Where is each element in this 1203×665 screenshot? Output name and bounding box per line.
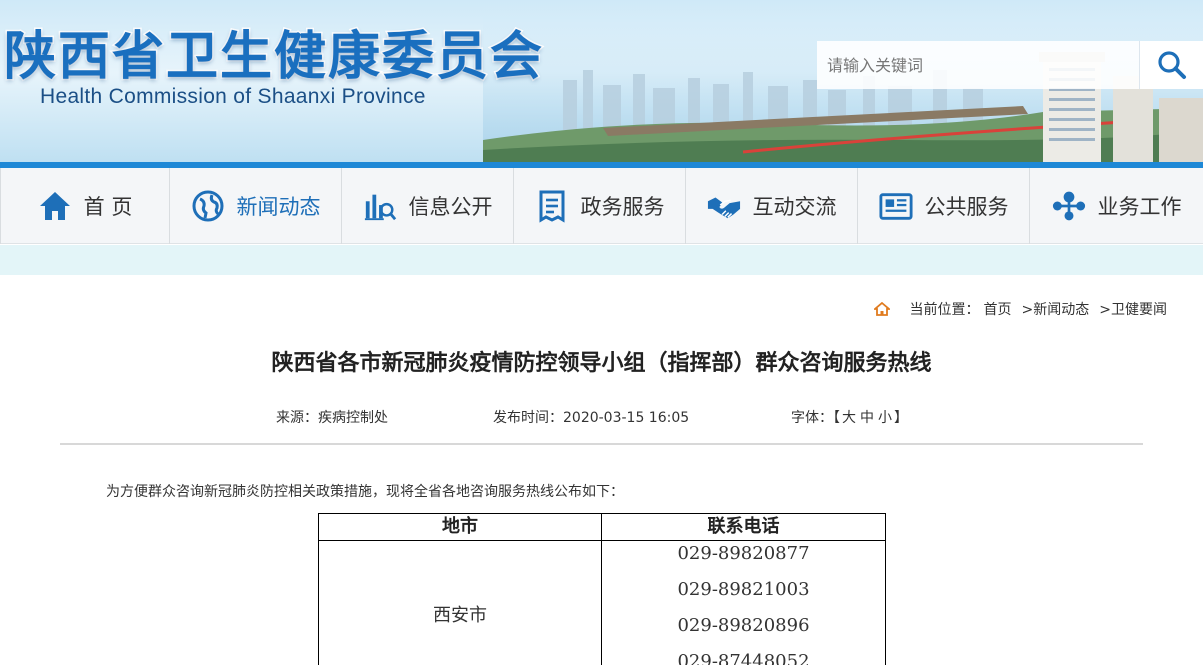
column-header-phone: 联系电话 — [601, 513, 886, 541]
article-container: 当前位置： 首页 >新闻动态 >卫健要闻 陕西省各市新冠肺炎疫情防控领导小组（指… — [0, 275, 1203, 665]
publish-value: 2020-03-15 16:05 — [563, 410, 690, 426]
nav-item-label: 首 页 — [83, 195, 133, 219]
font-size-large-link[interactable]: 大 — [842, 410, 856, 426]
source-value: 疾病控制处 — [318, 410, 388, 426]
article-publish-time: 发布时间：2020-03-15 16:05 — [493, 407, 689, 427]
nav-item-label: 互动交流 — [752, 195, 837, 219]
phone-number: 029-89820896 — [677, 615, 810, 636]
handshake-icon — [707, 189, 741, 223]
nav-item-label: 信息公开 — [408, 195, 493, 219]
home-icon — [873, 302, 890, 316]
search-input[interactable] — [817, 41, 1139, 89]
nav-item-news[interactable]: 新闻动态 — [170, 168, 342, 244]
phone-number: 029-89820877 — [677, 543, 810, 564]
hotline-table: 地市 联系电话 西安市 029-89820877 029-89821003 02… — [318, 513, 886, 665]
globe-icon — [191, 189, 225, 223]
breadcrumb-prefix: 当前位置： — [909, 302, 980, 318]
site-title: 陕西省卫生健康委员会 — [2, 25, 545, 89]
publish-label: 发布时间： — [493, 410, 563, 426]
nav-item-label: 政务服务 — [580, 195, 665, 219]
phone-cell: 029-89820877 029-89821003 029-89820896 0… — [601, 540, 886, 665]
bracket-open: 【 — [833, 410, 840, 426]
nav-item-label: 公共服务 — [924, 195, 1009, 219]
table-header-row: 地市 联系电话 — [318, 513, 886, 541]
breadcrumb-link-home[interactable]: 首页 — [984, 299, 1012, 319]
font-size-small-link[interactable]: 小 — [878, 410, 892, 426]
search-icon — [1157, 51, 1186, 79]
article-title: 陕西省各市新冠肺炎疫情防控领导小组（指挥部）群众咨询服务热线 — [271, 351, 932, 376]
nav-item-label: 业务工作 — [1097, 195, 1182, 219]
article-source: 来源：疾病控制处 — [276, 407, 388, 427]
network-icon — [1052, 189, 1086, 223]
city-cell: 西安市 — [318, 540, 602, 665]
nav-item-info-disclosure[interactable]: 信息公开 — [342, 168, 514, 244]
bracket-close: 】 — [894, 410, 908, 426]
source-label: 来源： — [276, 410, 318, 426]
article-intro: 为方便群众咨询新冠肺炎防控相关政策措施，现将全省各地咨询服务热线公布如下： — [106, 484, 624, 500]
home-icon — [38, 189, 72, 223]
search-box — [817, 41, 1203, 89]
main-nav: 首 页 新闻动态 信息公开 政务服务 互动交流 公共服务 业务工作 — [0, 168, 1203, 244]
search-button[interactable] — [1139, 41, 1203, 89]
phone-number: 029-89821003 — [677, 579, 810, 600]
nav-item-home[interactable]: 首 页 — [0, 168, 170, 244]
column-header-city: 地市 — [318, 513, 602, 541]
header-banner: 陕西省卫生健康委员会 Health Commission of Shaanxi … — [0, 0, 1203, 162]
newspaper-icon — [878, 189, 913, 223]
font-size-selector: 字体：【大中小】 — [791, 407, 908, 427]
nav-item-public-services[interactable]: 公共服务 — [858, 168, 1030, 244]
nav-item-interaction[interactable]: 互动交流 — [686, 168, 858, 244]
nav-item-business-work[interactable]: 业务工作 — [1030, 168, 1203, 244]
nav-item-government-services[interactable]: 政务服务 — [514, 168, 686, 244]
chart-search-icon — [363, 189, 397, 223]
phone-number: 029-87448052 — [677, 651, 810, 665]
nav-item-label: 新闻动态 — [236, 195, 321, 219]
document-list-icon — [535, 189, 569, 223]
font-size-medium-link[interactable]: 中 — [860, 410, 874, 426]
decorative-band — [0, 245, 1203, 275]
font-size-label: 字体： — [791, 410, 833, 426]
breadcrumb: 当前位置： 首页 >新闻动态 >卫健要闻 — [873, 299, 1167, 319]
table-row: 西安市 029-89820877 029-89821003 029-898208… — [318, 540, 886, 665]
divider — [60, 443, 1143, 445]
site-subtitle: Health Commission of Shaanxi Province — [40, 85, 426, 108]
breadcrumb-link-news[interactable]: >新闻动态 — [1022, 299, 1090, 319]
breadcrumb-link-health-news[interactable]: >卫健要闻 — [1099, 299, 1167, 319]
